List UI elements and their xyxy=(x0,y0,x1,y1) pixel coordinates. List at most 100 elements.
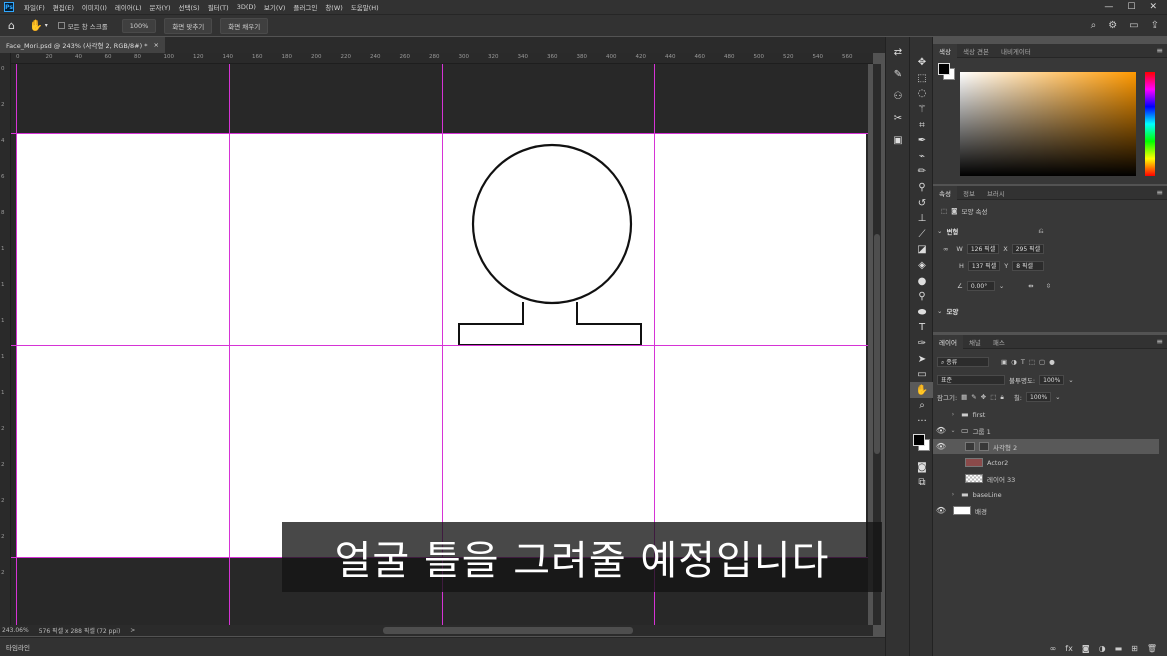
link-layers-icon[interactable]: ∞ xyxy=(1050,644,1057,653)
magic-wand-icon[interactable]: ⚚ xyxy=(910,102,934,118)
tab-brushes[interactable]: 브러시 xyxy=(981,186,1011,200)
add-mask-icon[interactable]: ◙ xyxy=(1082,644,1090,653)
lock-artboard-icon[interactable]: ⬚ xyxy=(990,393,996,401)
tab-color[interactable]: 색상 xyxy=(933,43,957,58)
workspace-icon[interactable]: ▭ xyxy=(1129,20,1138,31)
chevron-right-icon[interactable]: › xyxy=(949,491,957,498)
chevron-down-icon[interactable]: ⌄ xyxy=(999,282,1004,290)
visibility-toggle[interactable] xyxy=(933,491,949,499)
chevron-down-icon[interactable]: ⌄ xyxy=(937,307,942,315)
blend-mode-select[interactable]: 표준 xyxy=(937,375,1005,385)
minimize-button[interactable]: — xyxy=(1104,2,1113,12)
scroll-thumb[interactable] xyxy=(383,627,633,634)
fill-field[interactable]: 100% xyxy=(1026,392,1052,402)
visibility-toggle[interactable] xyxy=(933,411,949,419)
height-field[interactable]: 137 픽셀 xyxy=(967,261,1001,271)
spot-heal-icon[interactable]: ⌁ xyxy=(910,149,934,165)
guide-horizontal[interactable] xyxy=(11,133,868,134)
filter-adjust-icon[interactable]: ◑ xyxy=(1011,358,1017,366)
new-group-icon[interactable]: ▬ xyxy=(1115,644,1123,653)
hand-tool-icon[interactable]: ✋ xyxy=(910,382,934,399)
link-icon[interactable]: ∞ xyxy=(943,245,948,253)
chevron-down-icon[interactable]: ⌄ xyxy=(949,427,957,434)
tab-swatches[interactable]: 색상 견본 xyxy=(957,44,995,58)
lock-position-icon[interactable]: ✥ xyxy=(981,393,986,401)
type-tool-icon[interactable]: T xyxy=(910,320,934,336)
opacity-field[interactable]: 100% xyxy=(1039,375,1065,385)
tools-icon[interactable]: ✂ xyxy=(891,113,905,125)
width-field[interactable]: 126 픽셀 xyxy=(966,244,1000,254)
search-icon[interactable]: ⌕ xyxy=(1091,20,1097,31)
crop-tool-icon[interactable]: ⌗ xyxy=(910,117,934,133)
clone-stamp-icon[interactable]: ⚲ xyxy=(910,180,934,196)
rectangle-tool-icon[interactable]: ▭ xyxy=(910,367,934,383)
more-tools-icon[interactable]: ··· xyxy=(910,414,934,430)
layer-row-first[interactable]: › ▬ first xyxy=(933,407,1159,422)
zoom-tool-icon[interactable]: ⌕ xyxy=(910,398,934,414)
flip-horizontal-icon[interactable]: ⇹ xyxy=(1028,282,1033,290)
character-icon[interactable]: ⚇ xyxy=(891,91,905,103)
eraser-tool-icon[interactable]: ◪ xyxy=(910,242,934,258)
panel-menu-icon[interactable]: ≡ xyxy=(1156,337,1163,346)
filter-shape-icon[interactable]: ⬚ xyxy=(1029,358,1035,366)
eyedropper-icon[interactable]: ✒ xyxy=(910,133,934,149)
eye-icon[interactable]: 👁︎ xyxy=(933,426,949,435)
eye-icon[interactable]: 👁︎ xyxy=(933,506,949,515)
art-brush-icon[interactable]: ⟋ xyxy=(910,227,934,243)
share-icon[interactable]: ⇪ xyxy=(1151,20,1159,31)
angle-field[interactable]: 0.00° xyxy=(966,281,995,291)
dodge-tool-icon[interactable]: ⚲ xyxy=(910,289,934,305)
brush-tool-icon[interactable]: ✏ xyxy=(910,164,934,180)
marquee-tool-icon[interactable]: ⬚ xyxy=(910,71,934,87)
reset-transform-icon[interactable]: ⎌ xyxy=(1038,227,1043,236)
path-select-icon[interactable]: ➤ xyxy=(910,351,934,367)
sponge-icon[interactable]: ⬬ xyxy=(910,305,934,321)
layer-row-layer33[interactable]: 레이어 33 xyxy=(933,471,1159,486)
tab-paths[interactable]: 패스 xyxy=(987,335,1011,349)
layer-row-background[interactable]: 👁︎ 배경 xyxy=(933,503,1159,518)
maximize-button[interactable]: ☐ xyxy=(1127,2,1135,12)
filter-type-icon[interactable]: T xyxy=(1021,358,1025,366)
timeline-tab[interactable]: 타임라인 xyxy=(6,644,30,652)
layer-row-rect2[interactable]: 👁︎ 사각형 2 xyxy=(933,439,1159,454)
eye-icon[interactable]: 👁︎ xyxy=(933,442,949,451)
panel-menu-icon[interactable]: ≡ xyxy=(1156,188,1163,197)
color-swatches[interactable] xyxy=(910,429,934,459)
new-layer-icon[interactable]: ⊞ xyxy=(1131,644,1138,653)
adjustment-layer-icon[interactable]: ◑ xyxy=(1099,644,1106,653)
foreground-color-swatch[interactable] xyxy=(938,63,950,75)
screen-mode-icon[interactable]: ⧉ xyxy=(910,475,934,491)
guide-horizontal[interactable] xyxy=(11,345,868,346)
tab-properties[interactable]: 속성 xyxy=(933,185,957,200)
history-icon[interactable]: ⇄ xyxy=(891,47,905,59)
scroll-thumb[interactable] xyxy=(874,234,880,454)
filter-smart-icon[interactable]: ▢ xyxy=(1039,358,1045,366)
chevron-down-icon[interactable]: ⌄ xyxy=(937,227,942,235)
foreground-color-swatch[interactable] xyxy=(913,434,925,447)
layer-row-group1[interactable]: 👁︎ ⌄ ▭ 그룹 1 xyxy=(933,423,1159,438)
y-field[interactable]: 8 픽셀 xyxy=(1012,261,1045,271)
discover-icon[interactable]: ⚙ xyxy=(1108,20,1117,31)
move-tool-icon[interactable]: ✥ xyxy=(910,55,934,71)
close-window-button[interactable]: ✕ xyxy=(1149,2,1157,12)
lock-transparent-icon[interactable]: ▦ xyxy=(961,393,967,401)
chevron-down-icon[interactable]: ⌄ xyxy=(1055,393,1060,401)
trash-icon[interactable]: 🗑︎ xyxy=(1147,644,1157,653)
history-brush-icon[interactable]: ↺ xyxy=(910,195,934,211)
filter-pixel-icon[interactable]: ▣ xyxy=(1001,358,1007,366)
visibility-toggle[interactable] xyxy=(933,475,949,483)
status-menu-arrow[interactable]: > xyxy=(130,627,135,634)
tab-channels[interactable]: 채널 xyxy=(963,335,987,349)
visibility-toggle[interactable] xyxy=(933,459,949,467)
stamp-icon[interactable]: ⊥ xyxy=(910,211,934,227)
filter-toggle-icon[interactable]: ● xyxy=(1049,358,1055,366)
zoom-readout[interactable]: 243.06% xyxy=(2,627,29,634)
lock-all-icon[interactable]: 🔒︎ xyxy=(1000,393,1003,402)
pen-tool-icon[interactable]: ✑ xyxy=(910,336,934,352)
paint-bucket-icon[interactable]: ◈ xyxy=(910,258,934,274)
x-field[interactable]: 295 픽셀 xyxy=(1011,244,1045,254)
tab-navigator[interactable]: 내비게이터 xyxy=(995,44,1037,58)
chevron-right-icon[interactable]: › xyxy=(949,411,957,418)
flip-vertical-icon[interactable]: ⇳ xyxy=(1046,282,1051,290)
tab-info[interactable]: 정보 xyxy=(957,186,981,200)
